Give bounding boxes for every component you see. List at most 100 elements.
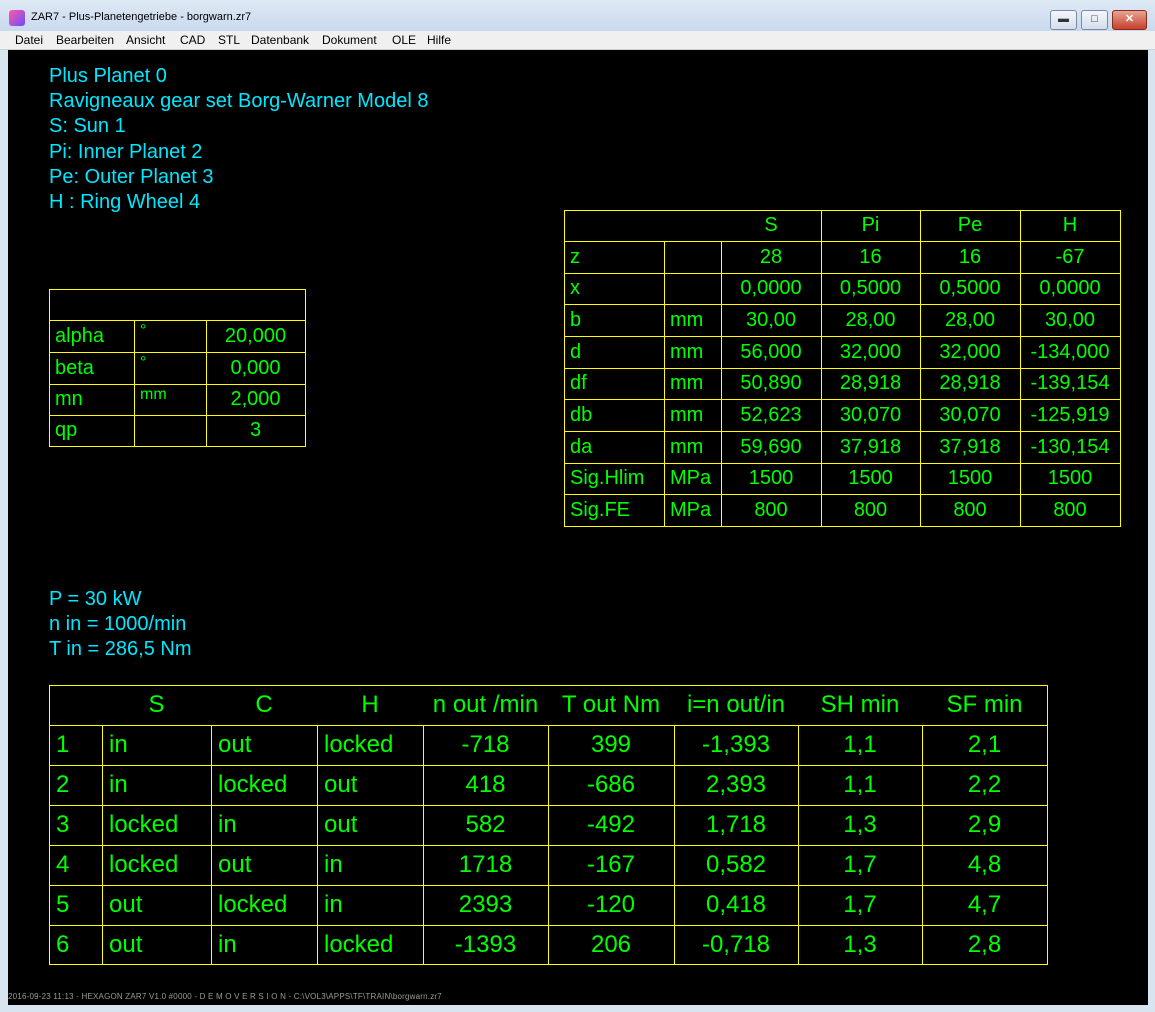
mode-value: 2,9 — [967, 811, 1002, 838]
gear-col-header: H — [1062, 214, 1078, 236]
menu-ole[interactable]: OLE — [392, 33, 416, 47]
table-grid-line — [49, 685, 50, 965]
modes-col-header: T out Nm — [561, 691, 661, 718]
gear-value: -139,154 — [1030, 372, 1110, 394]
gear-row-label: z — [570, 246, 580, 268]
mode-number: 6 — [56, 931, 70, 958]
close-button[interactable]: ✕ — [1112, 10, 1147, 30]
mode-value: 2393 — [458, 891, 513, 918]
table-grid-line — [305, 289, 306, 447]
mode-shaft-state: out — [218, 851, 252, 878]
gear-row-label: x — [570, 277, 580, 299]
mode-shaft-state: locked — [324, 731, 394, 758]
mode-number: 5 — [56, 891, 70, 918]
minimize-button[interactable]: ▬ — [1050, 10, 1077, 30]
mode-shaft-state: in — [109, 731, 128, 758]
table-grid-line — [206, 320, 207, 447]
gear-row-label: da — [570, 436, 593, 458]
table-grid-line — [49, 289, 306, 290]
gear-value: 28,00 — [944, 309, 996, 331]
mode-shaft-state: out — [109, 891, 143, 918]
mode-shaft-state: in — [218, 811, 237, 838]
modes-col-header: C — [255, 691, 273, 718]
menu-stl[interactable]: STL — [218, 33, 240, 47]
table-grid-line — [664, 241, 665, 527]
gear-value: 0,0000 — [740, 277, 802, 299]
gear-value: 59,690 — [740, 436, 802, 458]
param-name: mn — [55, 388, 83, 410]
menu-dokument[interactable]: Dokument — [322, 33, 377, 47]
menu-hilfe[interactable]: Hilfe — [427, 33, 451, 47]
load-line: T in = 286,5 Nm — [49, 638, 192, 660]
status-line: 2016-09-23 11:13 - HEXAGON ZAR7 V1.0 #00… — [8, 992, 442, 1001]
param-name: alpha — [55, 325, 104, 347]
load-line: n in = 1000/min — [49, 613, 187, 635]
menu-cad[interactable]: CAD — [180, 33, 205, 47]
mode-number: 1 — [56, 731, 70, 758]
drawing-canvas[interactable]: Plus Planet 0 Ravigneaux gear set Borg-W… — [8, 50, 1148, 1005]
mode-shaft-state: locked — [218, 891, 288, 918]
mode-number: 3 — [56, 811, 70, 838]
gear-value: 0,5000 — [939, 277, 1001, 299]
mode-value: -167 — [586, 851, 636, 878]
gear-value: 32,000 — [839, 341, 902, 363]
table-grid-line — [564, 526, 1121, 527]
mode-shaft-state: out — [324, 811, 358, 838]
gear-value: 37,918 — [839, 436, 902, 458]
param-value: 3 — [249, 419, 262, 441]
param-unit: mm — [140, 386, 167, 403]
gear-col-header: Pe — [957, 214, 983, 236]
gear-row-label: Sig.FE — [570, 499, 631, 521]
gear-value: 0,0000 — [1039, 277, 1101, 299]
gear-row-label: df — [570, 372, 587, 394]
menu-datenbank[interactable]: Datenbank — [251, 33, 309, 47]
param-value: 2,000 — [230, 388, 281, 410]
gear-value: 28,918 — [939, 372, 1001, 394]
title-bar: ZAR7 - Plus-Planetengetriebe - borgwarn.… — [0, 0, 1155, 31]
mode-value: 2,2 — [967, 771, 1002, 798]
gear-value: 1500 — [947, 467, 993, 489]
table-grid-line — [49, 446, 306, 447]
gear-value: 0,5000 — [839, 277, 902, 299]
gear-value: 52,623 — [740, 404, 802, 426]
modes-col-header: n out /min — [432, 691, 539, 718]
table-grid-line — [134, 320, 135, 447]
menu-ansicht[interactable]: Ansicht — [126, 33, 165, 47]
gear-unit — [670, 241, 721, 273]
gear-value: 37,918 — [939, 436, 1001, 458]
gear-value: 56,000 — [740, 341, 802, 363]
mode-value: 2,8 — [967, 931, 1002, 958]
param-name: qp — [55, 419, 78, 441]
mode-value: 2,393 — [705, 771, 767, 798]
mode-value: 1,1 — [843, 771, 877, 798]
app-icon[interactable] — [9, 10, 25, 26]
load-line: P = 30 kW — [49, 588, 142, 610]
gear-value: -134,000 — [1030, 341, 1110, 363]
modes-col-header: S — [148, 691, 165, 718]
window-title: ZAR7 - Plus-Planetengetriebe - borgwarn.… — [31, 11, 252, 23]
gear-value: 30,00 — [1044, 309, 1096, 331]
mode-value: -686 — [586, 771, 636, 798]
gear-value: -130,154 — [1030, 436, 1110, 458]
gear-row-label: d — [570, 341, 582, 363]
maximize-button[interactable]: □ — [1081, 10, 1108, 30]
table-grid-line — [564, 210, 565, 527]
gear-row-label: b — [570, 309, 582, 331]
mode-number: 2 — [56, 771, 70, 798]
mode-value: -1,393 — [701, 731, 771, 758]
mode-value: -1393 — [454, 931, 517, 958]
mode-value: 1,3 — [843, 931, 877, 958]
mode-number: 4 — [56, 851, 70, 878]
menu-datei[interactable]: Datei — [15, 33, 43, 47]
mode-value: 1,7 — [843, 851, 877, 878]
info-line: Pe: Outer Planet 3 — [49, 166, 214, 188]
info-line: Pi: Inner Planet 2 — [49, 141, 203, 163]
mode-shaft-state: in — [218, 931, 237, 958]
gear-value: 30,070 — [939, 404, 1001, 426]
menu-bearbeiten[interactable]: Bearbeiten — [56, 33, 114, 47]
menu-bar: Datei Bearbeiten Ansicht CAD STL Datenba… — [0, 31, 1155, 50]
mode-value: 1,7 — [843, 891, 877, 918]
info-line: H : Ring Wheel 4 — [49, 191, 201, 213]
gear-value: -125,919 — [1030, 404, 1110, 426]
gear-unit — [670, 273, 721, 304]
